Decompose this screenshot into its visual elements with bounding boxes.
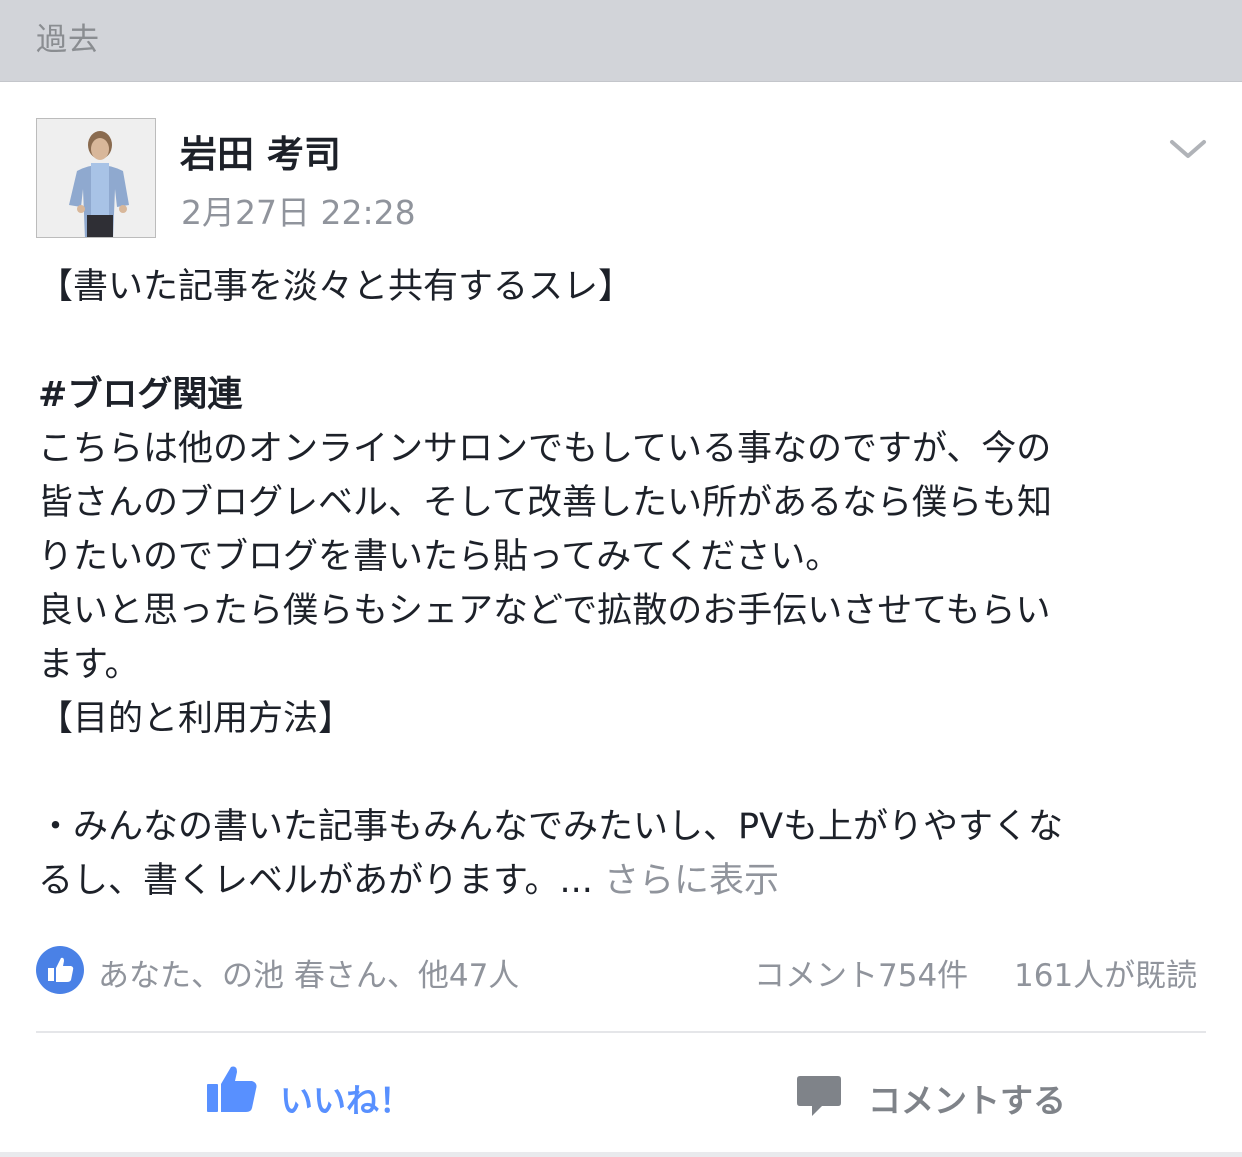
- user-photo-icon: [37, 119, 155, 237]
- section-header: 過去: [0, 0, 1242, 82]
- post-body-line: 皆さんのブログレベル、そして改善したい所があるなら僕らも知: [38, 483, 1052, 523]
- post-body-last-line: るし、書くレベルがあがります。... さらに表示: [38, 854, 1213, 908]
- bottom-separator: [0, 1152, 1242, 1157]
- author-avatar[interactable]: [36, 118, 156, 238]
- comment-bubble-icon: [797, 1076, 841, 1116]
- post-body-line: [38, 314, 1213, 368]
- thumbs-up-icon: [207, 1066, 257, 1112]
- post-timestamp[interactable]: 2月27日 22:28: [181, 186, 416, 234]
- like-badge-icon: [36, 946, 84, 994]
- post-body-line: りたいのでブログを書いたら貼ってみてください。: [38, 537, 841, 577]
- post-body-line: こちらは他のオンラインサロンでもしている事なのですが、今の: [38, 429, 1052, 469]
- like-button-label: いいね！: [280, 1081, 412, 1120]
- post-body-line: るし、書くレベルがあがります。...: [38, 861, 593, 901]
- post-body-line: 良いと思ったら僕らもシェアなどで拡散のお手伝いさせてもらい: [38, 591, 1051, 631]
- reactors-text[interactable]: あなた、の池 春さん、他47人: [98, 950, 519, 995]
- author-name[interactable]: 岩田 考司: [180, 124, 341, 178]
- post-body: 【書いた記事を淡々と共有するスレ】 #ブログ関連 こちらは他のオンラインサロンで…: [38, 260, 1213, 908]
- divider: [36, 1031, 1206, 1033]
- comment-count[interactable]: コメント754件: [754, 950, 968, 995]
- comment-button[interactable]: コメントする: [796, 1070, 1096, 1130]
- read-count[interactable]: 161人が既読: [1014, 950, 1197, 995]
- comment-button-label: コメントする: [868, 1081, 1066, 1120]
- post-body-line: ・みんなの書いた記事もみんなでみたいし、PVも上がりやすくな: [38, 807, 1064, 847]
- like-button[interactable]: いいね！: [205, 1064, 435, 1124]
- post-body-line: ます。: [38, 645, 140, 685]
- section-header-label: 過去: [36, 22, 100, 58]
- chevron-down-icon[interactable]: [1168, 134, 1208, 164]
- see-more-link[interactable]: さらに表示: [593, 861, 779, 901]
- post-body-line: 【目的と利用方法】: [38, 699, 354, 739]
- post-card: 岩田 考司 2月27日 22:28 【書いた記事を淡々と共有するスレ】 #ブログ…: [0, 82, 1242, 1157]
- post-body-line: [38, 746, 1213, 800]
- post-body-line: 【書いた記事を淡々と共有するスレ】: [38, 267, 634, 307]
- reactions-bar: あなた、の池 春さん、他47人 コメント754件 161人が既読: [36, 944, 1206, 994]
- hashtag-link[interactable]: #ブログ関連: [38, 368, 1213, 422]
